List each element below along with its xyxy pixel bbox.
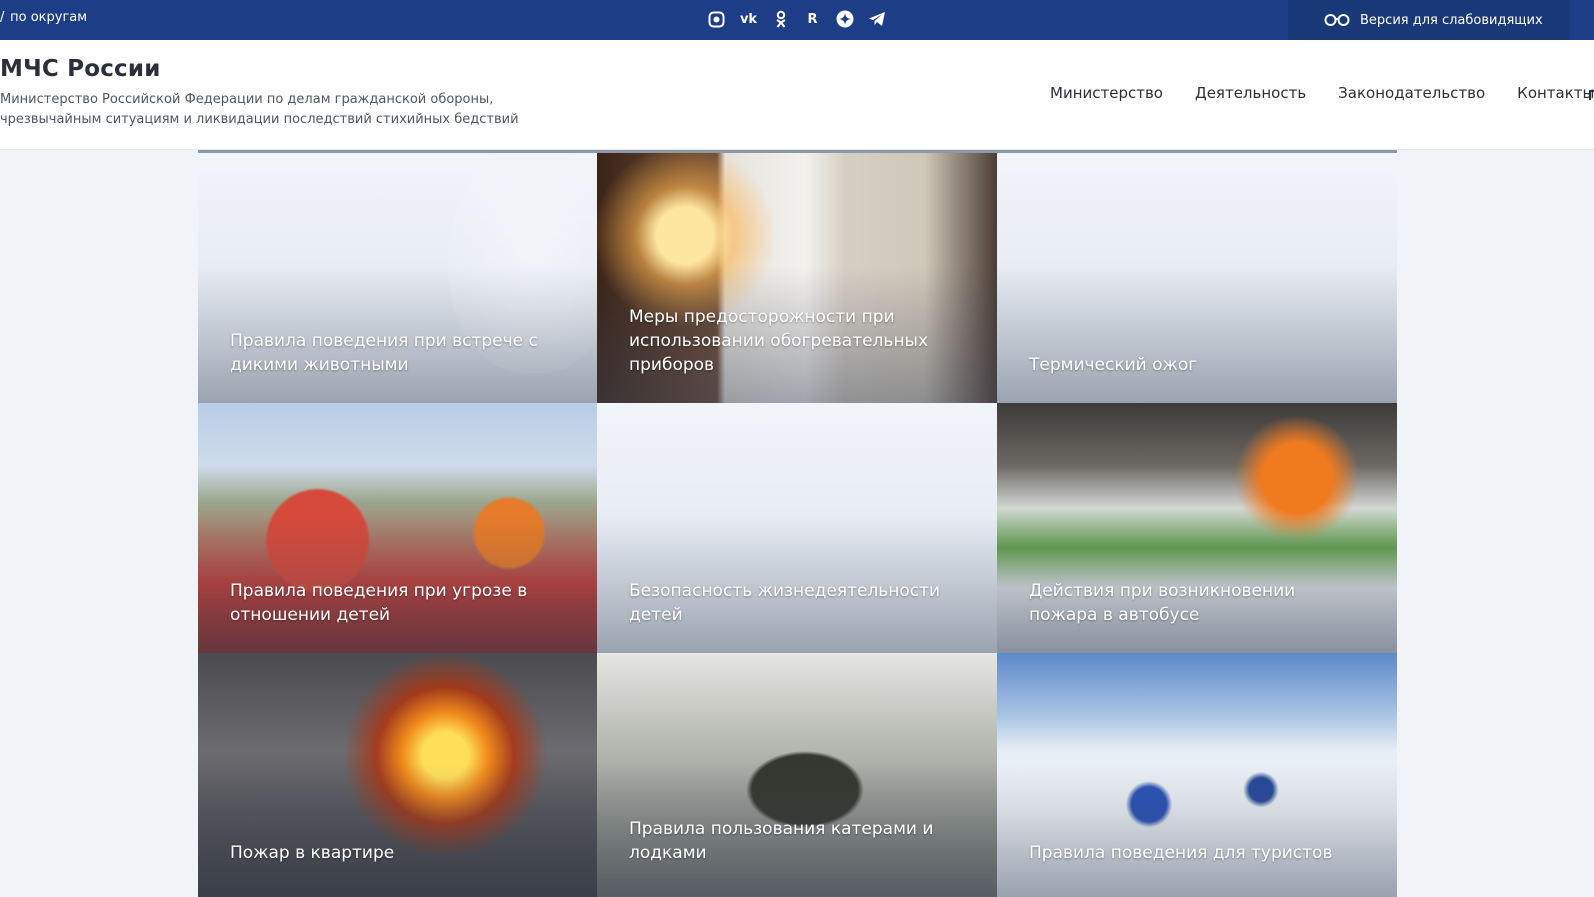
site-subtitle-line-1: Министерство Российской Федерации по дел…: [0, 92, 494, 107]
vision-label: Версия для слабовидящих: [1360, 12, 1543, 28]
tile-caption: Правила поведения при встрече с дикими ж…: [230, 331, 538, 375]
tile-thermal-burn[interactable]: Термический ожог: [997, 153, 1397, 403]
odnoklassniki-icon[interactable]: [770, 9, 791, 30]
rutube-icon[interactable]: [706, 9, 727, 30]
nav-legislation[interactable]: Законодательство: [1338, 84, 1485, 102]
tile-child-safety[interactable]: Безопасность жизнедеятельности детей: [597, 403, 997, 653]
regions-label: по округам: [10, 10, 88, 25]
tile-child-threat[interactable]: Правила поведения при угрозе в отношении…: [198, 403, 597, 653]
tile-caption: Правила поведения при угрозе в отношении…: [230, 581, 528, 625]
tile-caption: Правила пользования катерами и лодками: [629, 819, 934, 863]
site-header: МЧС России Министерство Российской Федер…: [0, 40, 1594, 150]
site-subtitle-line-2: чрезвычайным ситуациям и ликвидации посл…: [0, 112, 519, 127]
tile-bus-fire[interactable]: Действия при возникновении пожара в авто…: [997, 403, 1397, 653]
vk-icon[interactable]: vk: [738, 9, 759, 30]
tile-wild-animals[interactable]: Правила поведения при встрече с дикими ж…: [198, 153, 597, 403]
rutube-r-icon[interactable]: R: [802, 9, 823, 30]
nav-activity[interactable]: Деятельность: [1195, 84, 1306, 102]
tile-caption: Действия при возникновении пожара в авто…: [1029, 581, 1296, 625]
regions-link[interactable]: / по округам: [0, 0, 87, 40]
telegram-icon[interactable]: [866, 9, 887, 30]
tile-heaters[interactable]: Меры предосторожности при использовании …: [597, 153, 997, 403]
nav-contacts[interactable]: Контакты: [1517, 84, 1594, 102]
glasses-icon: [1324, 13, 1350, 27]
tile-shade: [997, 762, 1397, 897]
nav-more-icon[interactable]: [1589, 90, 1594, 100]
tile-boats[interactable]: Правила пользования катерами и лодками: [597, 653, 997, 897]
regions-icon: /: [0, 10, 5, 25]
tile-caption: Пожар в квартире: [230, 843, 395, 863]
tile-tourists[interactable]: Правила поведения для туристов: [997, 653, 1397, 897]
tile-caption: Меры предосторожности при использовании …: [629, 307, 929, 375]
site-subtitle: Министерство Российской Федерации по дел…: [0, 90, 520, 130]
tile-shade: [198, 762, 597, 897]
tile-caption: Безопасность жизнедеятельности детей: [629, 581, 941, 625]
dzen-icon[interactable]: [834, 9, 855, 30]
nav-ministry[interactable]: Министерство: [1050, 84, 1163, 102]
social-links: vk R: [706, 8, 887, 30]
tile-caption: Правила поведения для туристов: [1029, 843, 1333, 863]
vision-impaired-button[interactable]: Версия для слабовидящих: [1288, 0, 1570, 40]
top-bar: / по округам vk R Версия для слабовидящи…: [0, 0, 1594, 40]
tile-caption: Термический ожог: [1029, 355, 1198, 375]
main-nav: Министерство Деятельность Законодательст…: [1050, 84, 1594, 102]
tile-apartment-fire[interactable]: Пожар в квартире: [198, 653, 597, 897]
site-title[interactable]: МЧС России: [0, 56, 161, 82]
